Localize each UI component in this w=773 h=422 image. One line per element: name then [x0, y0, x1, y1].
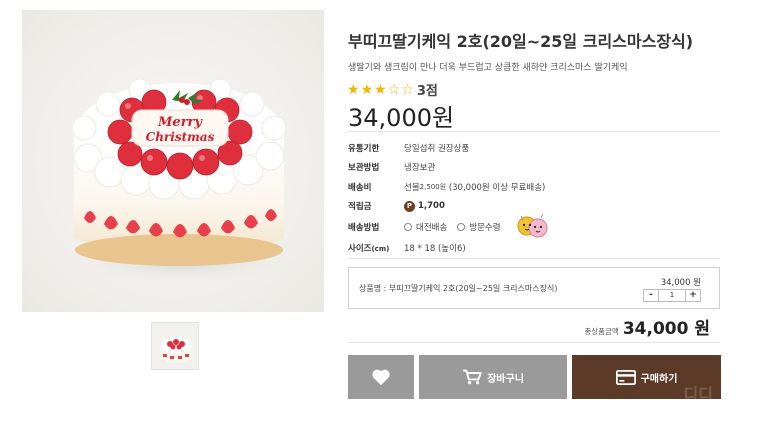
quantity-plus-button[interactable]: + — [686, 290, 700, 301]
heart-icon — [372, 369, 390, 386]
rating-text: 3점 — [416, 84, 438, 99]
info-value: 당일섭취 권장상품 — [404, 143, 470, 154]
quantity-input[interactable]: 1 — [658, 290, 686, 301]
product-rating: ★ ★ ★ ☆ ☆ 3점 — [347, 80, 438, 100]
info-row-storage: 보관방법 냉장보관 — [348, 158, 720, 178]
info-value: 18 * 18 (높이6) — [404, 243, 466, 254]
quantity-stepper[interactable]: - 1 + — [643, 289, 701, 302]
size-unit: (cm) — [371, 244, 390, 253]
radio-label: 방문수령 — [469, 223, 501, 233]
star-icon: ★ — [360, 81, 374, 98]
star-icon: ★ — [374, 81, 387, 98]
selected-option-box: 상품명 : 부띠끄딸기케익 2호(20일~25일 크리스마스장식) 34,000… — [348, 267, 720, 309]
total-label: 총상품금액 — [584, 327, 619, 336]
product-description: 생딸기와 생크림이 만나 더욱 부드럽고 상큼한 새하얀 크리스마스 딸기케익 — [348, 63, 628, 73]
option-price: 34,000 원 — [660, 278, 701, 288]
radio-icon[interactable] — [404, 223, 412, 231]
character-sticker-icon — [517, 213, 548, 238]
info-label: 유통기한 — [348, 143, 380, 154]
wishlist-button[interactable] — [348, 355, 414, 399]
cake-illustration: Merry Christmas — [62, 78, 302, 284]
divider — [348, 342, 720, 343]
buy-button-watermark: 디디 — [683, 385, 713, 399]
buy-now-button[interactable]: 구매하기 디디 — [572, 355, 721, 399]
product-price: 34,000원 — [348, 104, 455, 132]
total-price-row: 총상품금액 34,000 원 — [584, 314, 710, 339]
product-thumbnail[interactable] — [151, 322, 199, 370]
divider — [348, 258, 720, 259]
info-label: 적립금 — [348, 202, 372, 213]
radio-icon[interactable] — [457, 223, 466, 231]
radio-label: 대전배송 — [416, 223, 448, 233]
divider — [348, 131, 720, 132]
info-row-shipping: 배송비 선불 2,500원 (30,000원 이상 무료배송) — [348, 177, 720, 197]
cart-button-label: 장바구니 — [487, 373, 524, 385]
info-value: 선불 2,500원 (30,000원 이상 무료배송) — [404, 181, 545, 193]
svg-text:Merry: Merry — [157, 115, 203, 130]
product-title: 부띠끄딸기케익 2호(20일~25일 크리스마스장식) — [348, 32, 694, 51]
info-label: 보관방법 — [348, 163, 380, 174]
total-price: 34,000 원 — [622, 319, 710, 339]
cake-thumbnail-illustration — [160, 337, 192, 362]
info-value: 대전배송 방문수령 — [404, 210, 549, 244]
card-icon — [615, 369, 636, 385]
star-outline-icon: ☆ — [387, 81, 401, 98]
info-row-expiry: 유통기한 당일섭취 권장상품 — [348, 138, 720, 158]
shipping-free-note: (30,000원 이상 무료배송) — [448, 182, 546, 193]
cart-icon — [463, 369, 482, 385]
info-value: 냉장보관 — [404, 163, 436, 174]
buy-button-label: 구매하기 — [640, 373, 678, 385]
delivery-option-pickup[interactable]: 방문수령 — [457, 221, 501, 233]
info-label: 배송비 — [348, 182, 372, 193]
product-main-image: Merry Christmas — [22, 10, 324, 312]
shipping-fee: 2,500원 — [419, 182, 447, 191]
star-icon: ★ — [347, 81, 360, 98]
info-row-delivery: 배송방법 대전배송 방문수령 — [348, 213, 720, 238]
info-label: 배송방법 — [348, 223, 380, 233]
star-outline-icon: ☆ — [401, 81, 414, 98]
shipping-type: 선불 — [404, 182, 420, 193]
size-label: 사이즈 — [348, 243, 372, 254]
info-label: 사이즈(cm) — [348, 242, 404, 254]
delivery-option-local[interactable]: 대전배송 — [404, 221, 447, 233]
option-name: 상품명 : 부띠끄딸기케익 2호(20일~25일 크리스마스장식) — [359, 284, 558, 293]
svg-text:Christmas: Christmas — [146, 130, 215, 144]
quantity-minus-button[interactable]: - — [644, 290, 658, 301]
add-to-cart-button[interactable]: 장바구니 — [419, 355, 567, 399]
product-info-table: 유통기한 당일섭취 권장상품 보관방법 냉장보관 배송비 선불 2,500원 (3… — [348, 138, 720, 258]
